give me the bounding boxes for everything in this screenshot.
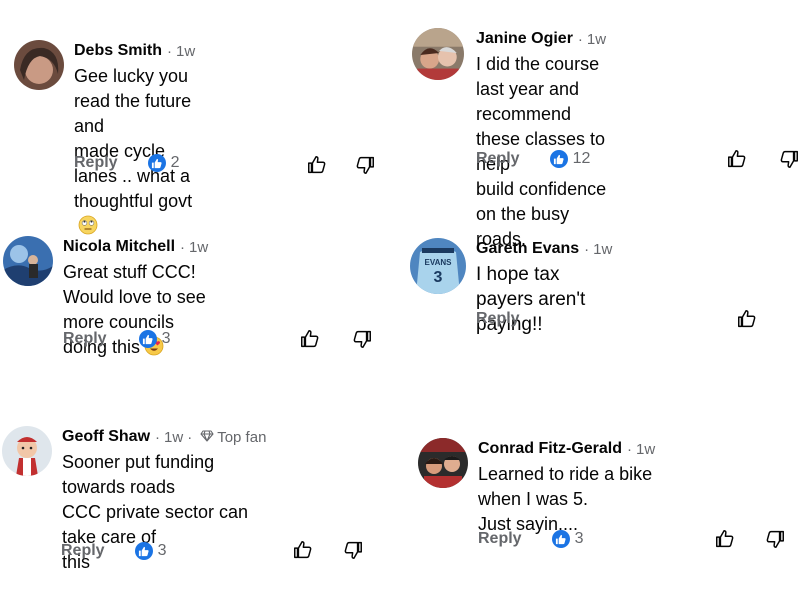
reply-button[interactable]: Reply xyxy=(63,330,107,348)
commenter-name[interactable]: Gareth Evans xyxy=(476,240,579,258)
separator: · xyxy=(180,238,186,256)
downvote-button[interactable] xyxy=(354,154,376,176)
upvote-button[interactable] xyxy=(726,148,748,170)
jersey-name: EVANS xyxy=(425,258,453,267)
avatar[interactable]: EVANS 3 xyxy=(410,238,466,294)
top-fan-badge: Top fan xyxy=(217,428,267,446)
thumbs-up-icon xyxy=(308,156,326,174)
separator: · xyxy=(577,30,583,48)
like-count: 3 xyxy=(161,330,171,347)
thumbs-up-icon xyxy=(294,541,312,559)
thumbs-down-icon xyxy=(780,150,798,168)
downvote-button[interactable] xyxy=(351,328,373,350)
timestamp[interactable]: 1w xyxy=(587,31,606,48)
separator: · xyxy=(627,440,633,458)
reaction-count[interactable]: 2 xyxy=(147,154,180,172)
separator: · xyxy=(155,428,161,446)
diamond-icon xyxy=(200,429,214,445)
reply-button[interactable]: Reply xyxy=(74,154,118,172)
downvote-button[interactable] xyxy=(778,148,800,170)
upvote-button[interactable] xyxy=(299,328,321,350)
thumbs-up-icon xyxy=(738,310,756,328)
upvote-button[interactable] xyxy=(736,308,758,330)
timestamp[interactable]: 1w xyxy=(189,239,208,256)
like-count: 12 xyxy=(572,150,591,167)
thumbs-up-icon xyxy=(301,330,319,348)
thumbs-up-icon xyxy=(716,530,734,548)
thumbs-down-icon xyxy=(356,156,374,174)
reply-button[interactable]: Reply xyxy=(478,530,522,548)
timestamp[interactable]: 1w xyxy=(636,441,655,458)
like-count: 3 xyxy=(157,542,167,559)
upvote-button[interactable] xyxy=(714,528,736,550)
separator: · xyxy=(187,428,193,446)
like-count: 3 xyxy=(574,530,584,547)
like-reaction-icon xyxy=(138,330,157,348)
reaction-count[interactable]: 3 xyxy=(551,530,584,548)
commenter-name[interactable]: Janine Ogier xyxy=(476,30,573,48)
reply-button[interactable]: Reply xyxy=(61,542,105,560)
comment-text-content: Gee lucky you read the future and made c… xyxy=(74,66,193,211)
like-reaction-icon xyxy=(147,154,166,172)
reaction-count[interactable]: 3 xyxy=(134,542,167,560)
avatar[interactable] xyxy=(3,236,53,286)
comment-text: Gee lucky you read the future and made c… xyxy=(74,64,195,242)
reply-button[interactable]: Reply xyxy=(476,310,520,328)
comment-text: Learned to ride a bike when I was 5. Jus… xyxy=(478,464,653,534)
like-reaction-icon xyxy=(551,530,570,548)
thumbs-up-icon xyxy=(728,150,746,168)
timestamp[interactable]: 1w xyxy=(176,43,195,60)
upvote-button[interactable] xyxy=(306,154,328,176)
separator: · xyxy=(167,42,173,60)
reaction-count[interactable]: 3 xyxy=(138,330,171,348)
avatar[interactable] xyxy=(2,426,52,476)
like-reaction-icon xyxy=(134,542,153,560)
like-reaction-icon xyxy=(549,150,568,168)
thumbs-down-icon xyxy=(766,530,784,548)
thumbs-down-icon xyxy=(344,541,362,559)
commenter-name[interactable]: Conrad Fitz-Gerald xyxy=(478,440,622,458)
upvote-button[interactable] xyxy=(292,539,314,561)
thumbs-down-icon xyxy=(353,330,371,348)
reply-button[interactable]: Reply xyxy=(476,150,520,168)
downvote-button[interactable] xyxy=(342,539,364,561)
jersey-number: 3 xyxy=(434,269,443,286)
reaction-count[interactable]: 12 xyxy=(549,150,591,168)
avatar[interactable] xyxy=(412,28,464,80)
commenter-name[interactable]: Nicola Mitchell xyxy=(63,238,175,256)
avatar[interactable] xyxy=(418,438,468,488)
commenter-name[interactable]: Debs Smith xyxy=(74,42,162,60)
like-count: 2 xyxy=(170,154,180,171)
downvote-button[interactable] xyxy=(764,528,786,550)
commenter-name[interactable]: Geoff Shaw xyxy=(62,428,150,446)
avatar[interactable] xyxy=(14,40,64,90)
separator: · xyxy=(584,240,590,258)
timestamp[interactable]: 1w xyxy=(593,241,612,258)
timestamp[interactable]: 1w xyxy=(164,429,183,446)
